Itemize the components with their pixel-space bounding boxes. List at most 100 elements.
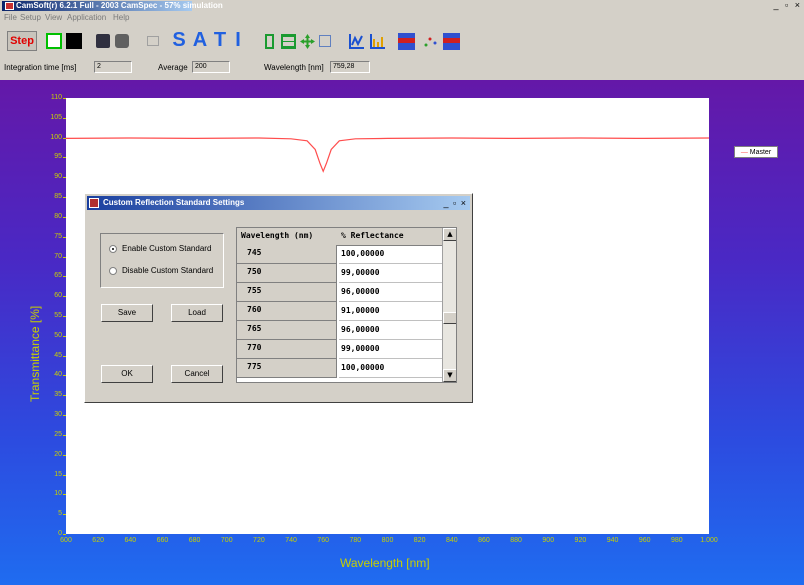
y-tick-label: 60 <box>54 292 62 300</box>
y-tick-label: 15 <box>54 470 62 478</box>
window-controls[interactable]: _ ▫ × <box>774 0 802 11</box>
chart-peak-icon[interactable] <box>369 33 386 50</box>
irradiance-mode-i[interactable]: I <box>232 29 244 51</box>
scroll-thumb[interactable] <box>443 312 456 324</box>
menu-file[interactable]: File <box>4 13 17 22</box>
print-icon[interactable] <box>115 34 129 48</box>
menu-application[interactable]: Application <box>67 13 106 22</box>
y-tick-label: 105 <box>50 113 62 121</box>
cell-reflectance[interactable]: 96,00000 <box>339 283 442 302</box>
y-tick-mark <box>63 117 66 119</box>
disable-custom-standard-radio[interactable]: Disable Custom Standard <box>109 266 213 275</box>
y-tick-label: 50 <box>54 331 62 339</box>
x-tick-label: 960 <box>638 537 651 544</box>
save-button[interactable]: Save <box>101 304 153 322</box>
legend-label: Master <box>749 149 772 156</box>
table-row[interactable]: 755 96,00000 <box>237 283 442 302</box>
load-button[interactable]: Load <box>171 304 223 322</box>
cell-wavelength[interactable]: 750 <box>237 264 337 283</box>
table-row[interactable]: 745 100,00000 <box>237 245 442 264</box>
cell-wavelength[interactable]: 745 <box>237 245 337 264</box>
color-bars-icon[interactable] <box>398 33 415 50</box>
table-row[interactable]: 765 96,00000 <box>237 321 442 340</box>
cell-wavelength[interactable]: 755 <box>237 283 337 302</box>
cell-reflectance[interactable]: 99,00000 <box>339 340 442 359</box>
dialog-app-icon <box>89 198 99 208</box>
x-tick-label: 940 <box>606 537 619 544</box>
dialog-window-controls[interactable]: _ ▫ × <box>444 197 467 209</box>
table-row[interactable]: 770 99,00000 <box>237 340 442 359</box>
column-header-wavelength[interactable]: Wavelength (nm) <box>241 231 313 240</box>
x-tick-label: 860 <box>478 537 490 544</box>
y-tick-label: 25 <box>54 430 62 438</box>
table-row[interactable]: 775 100,00000 <box>237 359 442 378</box>
cell-wavelength[interactable]: 770 <box>237 340 337 359</box>
step-button[interactable]: Step <box>7 31 37 51</box>
toolbar: Step S A T I <box>0 27 804 55</box>
move-icon[interactable] <box>300 34 315 49</box>
absorbance-mode-a[interactable]: A <box>192 29 208 51</box>
cell-wavelength[interactable]: 760 <box>237 302 337 321</box>
table-row[interactable]: 750 99,00000 <box>237 264 442 283</box>
x-tick-label: 740 <box>285 537 297 544</box>
y-tick-mark <box>63 415 66 417</box>
scatter-icon[interactable] <box>423 34 438 49</box>
y-tick-label: 5 <box>58 510 62 518</box>
save-icon[interactable] <box>96 34 110 48</box>
y-tick-label: 20 <box>54 450 62 458</box>
y-tick-mark <box>63 236 66 238</box>
x-tick-label: 800 <box>381 537 394 544</box>
scope-mode-s[interactable]: S <box>171 29 187 51</box>
color-bars-icon-2[interactable] <box>443 33 460 50</box>
cell-reflectance[interactable]: 100,00000 <box>339 359 442 378</box>
y-tick-label: 30 <box>54 411 62 419</box>
x-tick-label: 620 <box>92 537 104 544</box>
x-tick-label: 760 <box>317 537 330 544</box>
y-tick-mark <box>63 197 66 199</box>
wavelength-label: Wavelength [nm] <box>264 63 324 72</box>
menu-help[interactable]: Help <box>113 13 129 22</box>
cancel-button[interactable]: Cancel <box>171 365 223 383</box>
menu-view[interactable]: View <box>45 13 62 22</box>
menu-setup[interactable]: Setup <box>20 13 41 22</box>
title-bar: CamSoft(r) 6.2.1 Full - 2003 CamSpec - 5… <box>0 0 804 12</box>
live-icon[interactable] <box>46 33 62 49</box>
standard-mode-group: Enable Custom Standard Disable Custom St… <box>100 233 224 288</box>
enable-custom-standard-radio[interactable]: Enable Custom Standard <box>109 244 211 253</box>
ok-button[interactable]: OK <box>101 365 153 383</box>
table-row[interactable]: 760 91,00000 <box>237 302 442 321</box>
cell-reflectance[interactable]: 100,00000 <box>339 245 442 264</box>
x-tick-label: 780 <box>349 537 362 544</box>
dark-icon[interactable] <box>66 33 82 49</box>
radio-selected-icon <box>109 244 117 253</box>
scroll-down-icon[interactable]: ▼ <box>443 369 456 382</box>
y-tick-mark <box>63 98 66 99</box>
table-scrollbar[interactable]: ▲ ▼ <box>442 228 456 382</box>
dialog-title-bar: Custom Reflection Standard Settings _ ▫ … <box>87 196 470 210</box>
transmission-mode-t[interactable]: T <box>212 29 228 51</box>
battery-icon[interactable] <box>265 34 274 49</box>
cell-reflectance[interactable]: 99,00000 <box>339 264 442 283</box>
cell-reflectance[interactable]: 96,00000 <box>339 321 442 340</box>
x-tick-label: 900 <box>542 537 555 544</box>
column-header-reflectance[interactable]: % Reflectance <box>341 231 404 240</box>
scroll-up-icon[interactable]: ▲ <box>443 228 456 241</box>
y-tick-mark <box>63 316 66 317</box>
y-tick-label: 65 <box>54 272 62 280</box>
grid-icon[interactable] <box>281 34 296 49</box>
y-tick-mark <box>63 355 66 357</box>
zoom-box-icon[interactable] <box>319 35 331 47</box>
y-tick-mark <box>63 335 66 337</box>
average-input[interactable]: 200 <box>192 61 230 73</box>
y-tick-mark <box>63 434 66 436</box>
y-tick-mark <box>63 157 66 159</box>
copy-icon[interactable] <box>147 36 159 46</box>
chart-line-icon[interactable] <box>348 33 365 50</box>
radio-unselected-icon <box>109 266 117 275</box>
cell-wavelength[interactable]: 775 <box>237 359 337 378</box>
x-tick-label: 680 <box>188 537 201 544</box>
integration-time-input[interactable]: 2 <box>94 61 132 73</box>
cell-wavelength[interactable]: 765 <box>237 321 337 340</box>
wavelength-readout: 759,28 <box>330 61 370 73</box>
cell-reflectance[interactable]: 91,00000 <box>339 302 442 321</box>
